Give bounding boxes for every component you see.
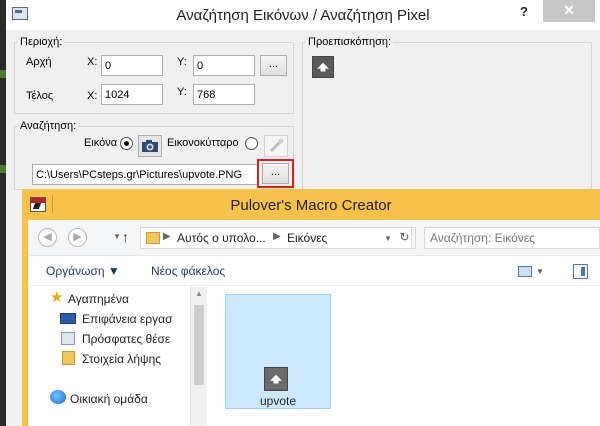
forward-arrow-icon: ▶ xyxy=(73,231,82,243)
png-file-icon xyxy=(264,367,288,391)
recent-places-icon xyxy=(61,332,75,345)
nav-item-desktop[interactable]: Επιφάνεια εργασ xyxy=(82,312,172,326)
view-dropdown-icon[interactable]: ▼ xyxy=(536,267,544,276)
start-y-field[interactable] xyxy=(193,55,255,76)
refresh-button[interactable]: ↻ xyxy=(394,227,416,249)
navigation-bar: ◀ ▶ ▼ ↑ ▶ Αυτός ο υπολο... ▶ Εικόνες ▼ ↻… xyxy=(28,220,600,256)
upvote-arrow-stem xyxy=(320,66,326,72)
command-bar: Οργάνωση ▼ Νέος φάκελος ▼ xyxy=(28,256,600,286)
browse-button[interactable]: ... xyxy=(262,163,289,184)
recent-locations-dropdown-icon[interactable]: ▼ xyxy=(113,232,121,241)
image-radio[interactable] xyxy=(120,137,133,150)
pixel-option-label: Εικονοκύτταρο xyxy=(167,137,239,149)
explorer-body: ◀ ▶ ▼ ↑ ▶ Αυτός ο υπολο... ▶ Εικόνες ▼ ↻… xyxy=(28,220,600,426)
organize-button[interactable]: Οργάνωση ▼ xyxy=(46,264,120,278)
pixel-radio[interactable] xyxy=(245,137,258,150)
nav-item-recent[interactable]: Πρόσφατες θέσε xyxy=(82,332,170,346)
eyedropper-icon xyxy=(269,138,284,153)
start-x-field[interactable] xyxy=(101,55,163,76)
file-name: upvote xyxy=(259,394,297,408)
up-arrow-icon[interactable]: ↑ xyxy=(122,229,129,245)
back-arrow-icon: ◀ xyxy=(43,231,52,243)
refresh-icon: ↻ xyxy=(399,230,410,244)
folder-icon xyxy=(146,232,160,244)
camera-icon xyxy=(142,140,158,152)
forward-button[interactable]: ▶ xyxy=(68,228,87,247)
star-icon: ★ xyxy=(50,289,64,306)
address-bar[interactable]: ▶ Αυτός ο υπολο... ▶ Εικόνες ▼ xyxy=(140,227,412,249)
preview-pane-icon[interactable] xyxy=(573,264,588,279)
start-x-label: X: xyxy=(87,56,98,68)
new-folder-button[interactable]: Νέος φάκελος xyxy=(151,264,225,278)
end-label: Τέλος xyxy=(26,90,54,102)
navigation-pane: ★ Αγαπημένα Επιφάνεια εργασ Πρόσφατες θέ… xyxy=(28,287,188,426)
address-segment-this-pc[interactable]: Αυτός ο υπολο... xyxy=(177,231,266,245)
preview-label: Προεπισκόπηση: xyxy=(306,36,394,48)
image-path-field[interactable] xyxy=(32,164,258,185)
address-dropdown-icon[interactable]: ▼ xyxy=(384,234,392,243)
start-label: Αρχή xyxy=(26,56,52,68)
scroll-thumb[interactable] xyxy=(194,305,204,385)
end-x-field[interactable] xyxy=(101,84,163,105)
nav-item-favorites[interactable]: Αγαπημένα xyxy=(68,292,129,306)
scroll-up-icon[interactable]: ▲ xyxy=(195,289,203,298)
back-button[interactable]: ◀ xyxy=(38,228,57,247)
help-button[interactable]: ? xyxy=(520,4,528,19)
file-open-window: Pulover's Macro Creator ◀ ▶ ▼ ↑ ▶ Αυτός … xyxy=(22,189,600,426)
start-y-label: Y: xyxy=(177,56,187,68)
region-label: Περιοχή: xyxy=(18,36,65,48)
capture-image-button[interactable] xyxy=(138,135,162,157)
preview-group xyxy=(302,42,592,190)
nav-item-homegroup[interactable]: Οικιακή ομάδα xyxy=(70,392,148,406)
explorer-title: Pulover's Macro Creator xyxy=(230,197,392,214)
nav-scrollbar[interactable]: ▲ xyxy=(190,287,207,426)
upvote-arrow-stem xyxy=(273,378,279,384)
downloads-icon xyxy=(62,351,75,365)
end-x-label: X: xyxy=(87,90,98,102)
dialog-title: Αναζήτηση Εικόνων / Αναζήτηση Pixel xyxy=(176,7,430,24)
end-y-label: Y: xyxy=(177,86,187,98)
address-segment-pictures[interactable]: Εικόνες xyxy=(287,231,327,245)
homegroup-icon xyxy=(50,390,66,404)
explorer-titlebar: Pulover's Macro Creator xyxy=(22,189,600,220)
close-button[interactable]: ✕ xyxy=(543,0,595,22)
search-input[interactable]: Αναζήτηση: Εικόνες xyxy=(424,227,600,249)
end-y-field[interactable] xyxy=(193,84,255,105)
image-option-label: Εικόνα xyxy=(84,137,118,149)
desktop-icon xyxy=(60,313,76,324)
search-label: Αναζήτηση: xyxy=(18,120,79,132)
dialog-titlebar: Αναζήτηση Εικόνων / Αναζήτηση Pixel ? ✕ xyxy=(6,0,600,30)
view-options-icon[interactable] xyxy=(518,266,532,277)
chevron-right-icon[interactable]: ▶ xyxy=(163,231,171,242)
preview-image xyxy=(312,56,334,78)
chevron-right-icon[interactable]: ▶ xyxy=(273,231,281,242)
file-item[interactable]: upvote xyxy=(225,294,331,409)
pick-pixel-button[interactable] xyxy=(264,135,288,157)
pick-region-button[interactable]: ... xyxy=(260,55,287,76)
nav-item-downloads[interactable]: Στοιχεία λήψης xyxy=(82,352,161,366)
